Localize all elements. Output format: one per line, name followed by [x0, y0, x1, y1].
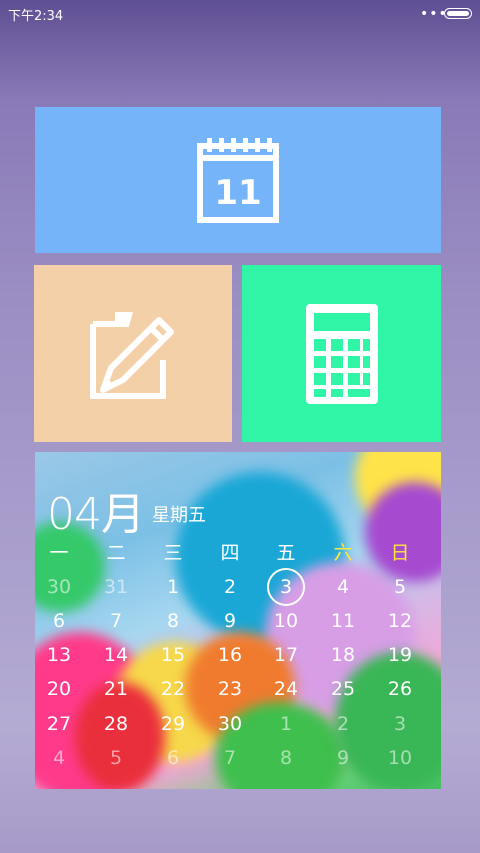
calendar-weekday: 星期五 — [152, 505, 206, 526]
calendar-day[interactable]: 30 — [210, 713, 250, 735]
calendar-day[interactable]: 26 — [380, 678, 420, 700]
weekday-label: 日 — [390, 542, 410, 564]
weekday-label: 二 — [106, 542, 126, 564]
calculator-icon — [305, 303, 378, 404]
calendar-day[interactable]: 4 — [39, 747, 79, 769]
calendar-week-row: 20 21 22 23 24 25 26 — [35, 678, 441, 708]
calendar-icon: 11 — [197, 138, 279, 223]
calendar-day[interactable]: 19 — [380, 644, 420, 666]
calendar-day[interactable]: 10 — [266, 610, 306, 632]
calendar-day[interactable]: 1 — [266, 713, 306, 735]
calendar-day[interactable]: 27 — [39, 713, 79, 735]
calendar-day[interactable]: 5 — [380, 576, 420, 598]
calendar-day[interactable]: 31 — [96, 576, 136, 598]
weekday-label: 一 — [49, 542, 69, 564]
calendar-day[interactable]: 13 — [39, 644, 79, 666]
calculator-app-tile[interactable] — [242, 265, 441, 442]
calendar-day[interactable]: 9 — [323, 747, 363, 769]
battery-icon — [444, 8, 472, 19]
calendar-day[interactable]: 12 — [380, 610, 420, 632]
calendar-day[interactable]: 30 — [39, 576, 79, 598]
calendar-week-row: 13 14 15 16 17 18 19 — [35, 644, 441, 674]
weekday-label: 三 — [163, 542, 183, 564]
calendar-day[interactable]: 21 — [96, 678, 136, 700]
calendar-day[interactable]: 24 — [266, 678, 306, 700]
calendar-app-tile[interactable]: 11 — [35, 107, 441, 253]
calendar-day[interactable]: 22 — [153, 678, 193, 700]
calendar-icon-number: 11 — [214, 173, 261, 213]
calendar-day[interactable]: 8 — [266, 747, 306, 769]
calendar-day[interactable]: 10 — [380, 747, 420, 769]
status-bar: 下午2:34 ••• — [0, 0, 480, 28]
calendar-day[interactable]: 9 — [210, 610, 250, 632]
calendar-week-row: 4 5 6 7 8 9 10 — [35, 747, 441, 777]
calendar-month: 04月 — [47, 489, 145, 540]
calendar-week-row: 30 31 1 2 3 4 5 — [35, 568, 441, 606]
calendar-day[interactable]: 28 — [96, 713, 136, 735]
weekday-label: 五 — [276, 542, 296, 564]
calendar-widget[interactable]: 04月 星期五 一二三四五六日 30 31 1 2 3 4 5 6 7 8 9 10 11 12 13 14 15… — [35, 452, 441, 789]
calendar-day[interactable]: 6 — [153, 747, 193, 769]
calendar-day[interactable]: 18 — [323, 644, 363, 666]
calendar-day[interactable]: 11 — [323, 610, 363, 632]
calendar-day[interactable]: 1 — [153, 576, 193, 598]
calendar-day[interactable]: 8 — [153, 610, 193, 632]
edit-note-icon — [90, 311, 174, 399]
calendar-day[interactable]: 16 — [210, 644, 250, 666]
notes-app-tile[interactable] — [34, 265, 232, 442]
calendar-day[interactable]: 7 — [96, 610, 136, 632]
status-time: 下午2:34 — [8, 9, 64, 24]
calendar-day[interactable]: 14 — [96, 644, 136, 666]
calendar-day[interactable]: 23 — [210, 678, 250, 700]
calendar-week-row: 6 7 8 9 10 11 12 — [35, 610, 441, 640]
calendar-day[interactable]: 20 — [39, 678, 79, 700]
calendar-day[interactable]: 5 — [96, 747, 136, 769]
calendar-day[interactable]: 29 — [153, 713, 193, 735]
calendar-day[interactable]: 6 — [39, 610, 79, 632]
calendar-day[interactable]: 2 — [323, 713, 363, 735]
weekday-label: 六 — [333, 542, 353, 564]
weekday-label: 四 — [220, 542, 240, 564]
weekday-header: 一二三四五六日 — [35, 538, 441, 568]
calendar-day[interactable]: 3 — [266, 576, 306, 598]
calendar-day[interactable]: 4 — [323, 576, 363, 598]
calendar-day[interactable]: 2 — [210, 576, 250, 598]
calendar-day[interactable]: 7 — [210, 747, 250, 769]
calendar-week-row: 27 28 29 30 1 2 3 — [35, 713, 441, 743]
calendar-day[interactable]: 17 — [266, 644, 306, 666]
calendar-day[interactable]: 3 — [380, 713, 420, 735]
calendar-day[interactable]: 25 — [323, 678, 363, 700]
calendar-day[interactable]: 15 — [153, 644, 193, 666]
